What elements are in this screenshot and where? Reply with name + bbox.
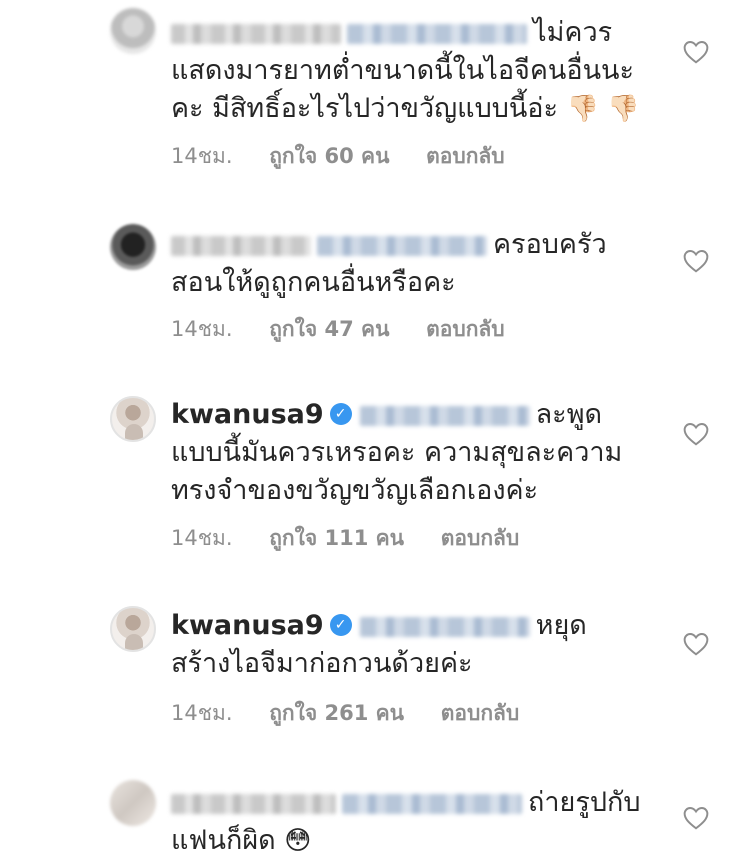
- comment-meta: 14ชม. ถูกใจ 60 คน ตอบกลับ: [171, 140, 535, 173]
- blurred-mention[interactable]: [342, 793, 522, 814]
- blurred-username[interactable]: [171, 793, 336, 814]
- avatar[interactable]: [110, 780, 156, 826]
- comment-text: kwanusa9 ✓ หยุดสร้างไอจีมาก่อกวนด้วยค่ะ: [171, 607, 641, 683]
- blurred-mention[interactable]: [347, 23, 527, 44]
- heart-outline-icon[interactable]: [683, 249, 709, 273]
- comment-text: ไม่ควรแสดงมารยาทต่ำขนาดนี้ในไอจีคนอื่นนะ…: [171, 14, 641, 128]
- comment-text: ถ่ายรูปกับแฟนก็ผิด 😳: [171, 784, 641, 860]
- heart-outline-icon[interactable]: [683, 422, 709, 446]
- username[interactable]: kwanusa9: [171, 399, 324, 430]
- like-count[interactable]: ถูกใจ 60 คน: [269, 144, 389, 168]
- reply-button[interactable]: ตอบกลับ: [426, 144, 505, 168]
- heart-outline-icon[interactable]: [683, 806, 709, 830]
- blurred-mention[interactable]: [317, 235, 487, 256]
- avatar[interactable]: [110, 606, 156, 652]
- reply-button[interactable]: ตอบกลับ: [441, 526, 520, 550]
- username[interactable]: kwanusa9: [171, 610, 324, 641]
- blurred-username[interactable]: [171, 235, 311, 256]
- like-count[interactable]: ถูกใจ 261 คน: [269, 701, 404, 725]
- comment-text: ครอบครัวสอนให้ดูถูกคนอื่นหรือคะ: [171, 226, 641, 302]
- verified-badge-icon: ✓: [329, 613, 352, 636]
- reply-button[interactable]: ตอบกลับ: [426, 317, 505, 341]
- comment-time: 14ชม.: [171, 701, 233, 725]
- blurred-mention[interactable]: [359, 616, 530, 637]
- like-count[interactable]: ถูกใจ 47 คน: [269, 317, 389, 341]
- avatar[interactable]: [110, 396, 156, 442]
- heart-outline-icon[interactable]: [683, 40, 709, 64]
- comment-text: kwanusa9 ✓ ละพูดแบบนี้มันควรเหรอคะ ความสุข…: [171, 396, 641, 510]
- comment-meta: 14ชม. ถูกใจ 261 คน ตอบกลับ: [171, 697, 549, 730]
- avatar[interactable]: [110, 224, 156, 270]
- comment-time: 14ชม.: [171, 317, 233, 341]
- comment-meta: 14ชม. ถูกใจ 111 คน ตอบกลับ: [171, 522, 549, 555]
- blurred-mention[interactable]: [359, 405, 530, 426]
- verified-badge-icon: ✓: [329, 402, 352, 425]
- comment-time: 14ชม.: [171, 144, 233, 168]
- reply-button[interactable]: ตอบกลับ: [441, 701, 520, 725]
- comment-meta: 14ชม. ถูกใจ 47 คน ตอบกลับ: [171, 313, 535, 346]
- flushed-face-emoji: 😳: [284, 826, 312, 856]
- blurred-username[interactable]: [171, 23, 341, 44]
- thumbs-down-emoji: 👎🏻 👎🏻: [566, 94, 640, 124]
- heart-outline-icon[interactable]: [683, 632, 709, 656]
- like-count[interactable]: ถูกใจ 111 คน: [269, 526, 404, 550]
- comment-time: 14ชม.: [171, 526, 233, 550]
- avatar[interactable]: [110, 8, 156, 54]
